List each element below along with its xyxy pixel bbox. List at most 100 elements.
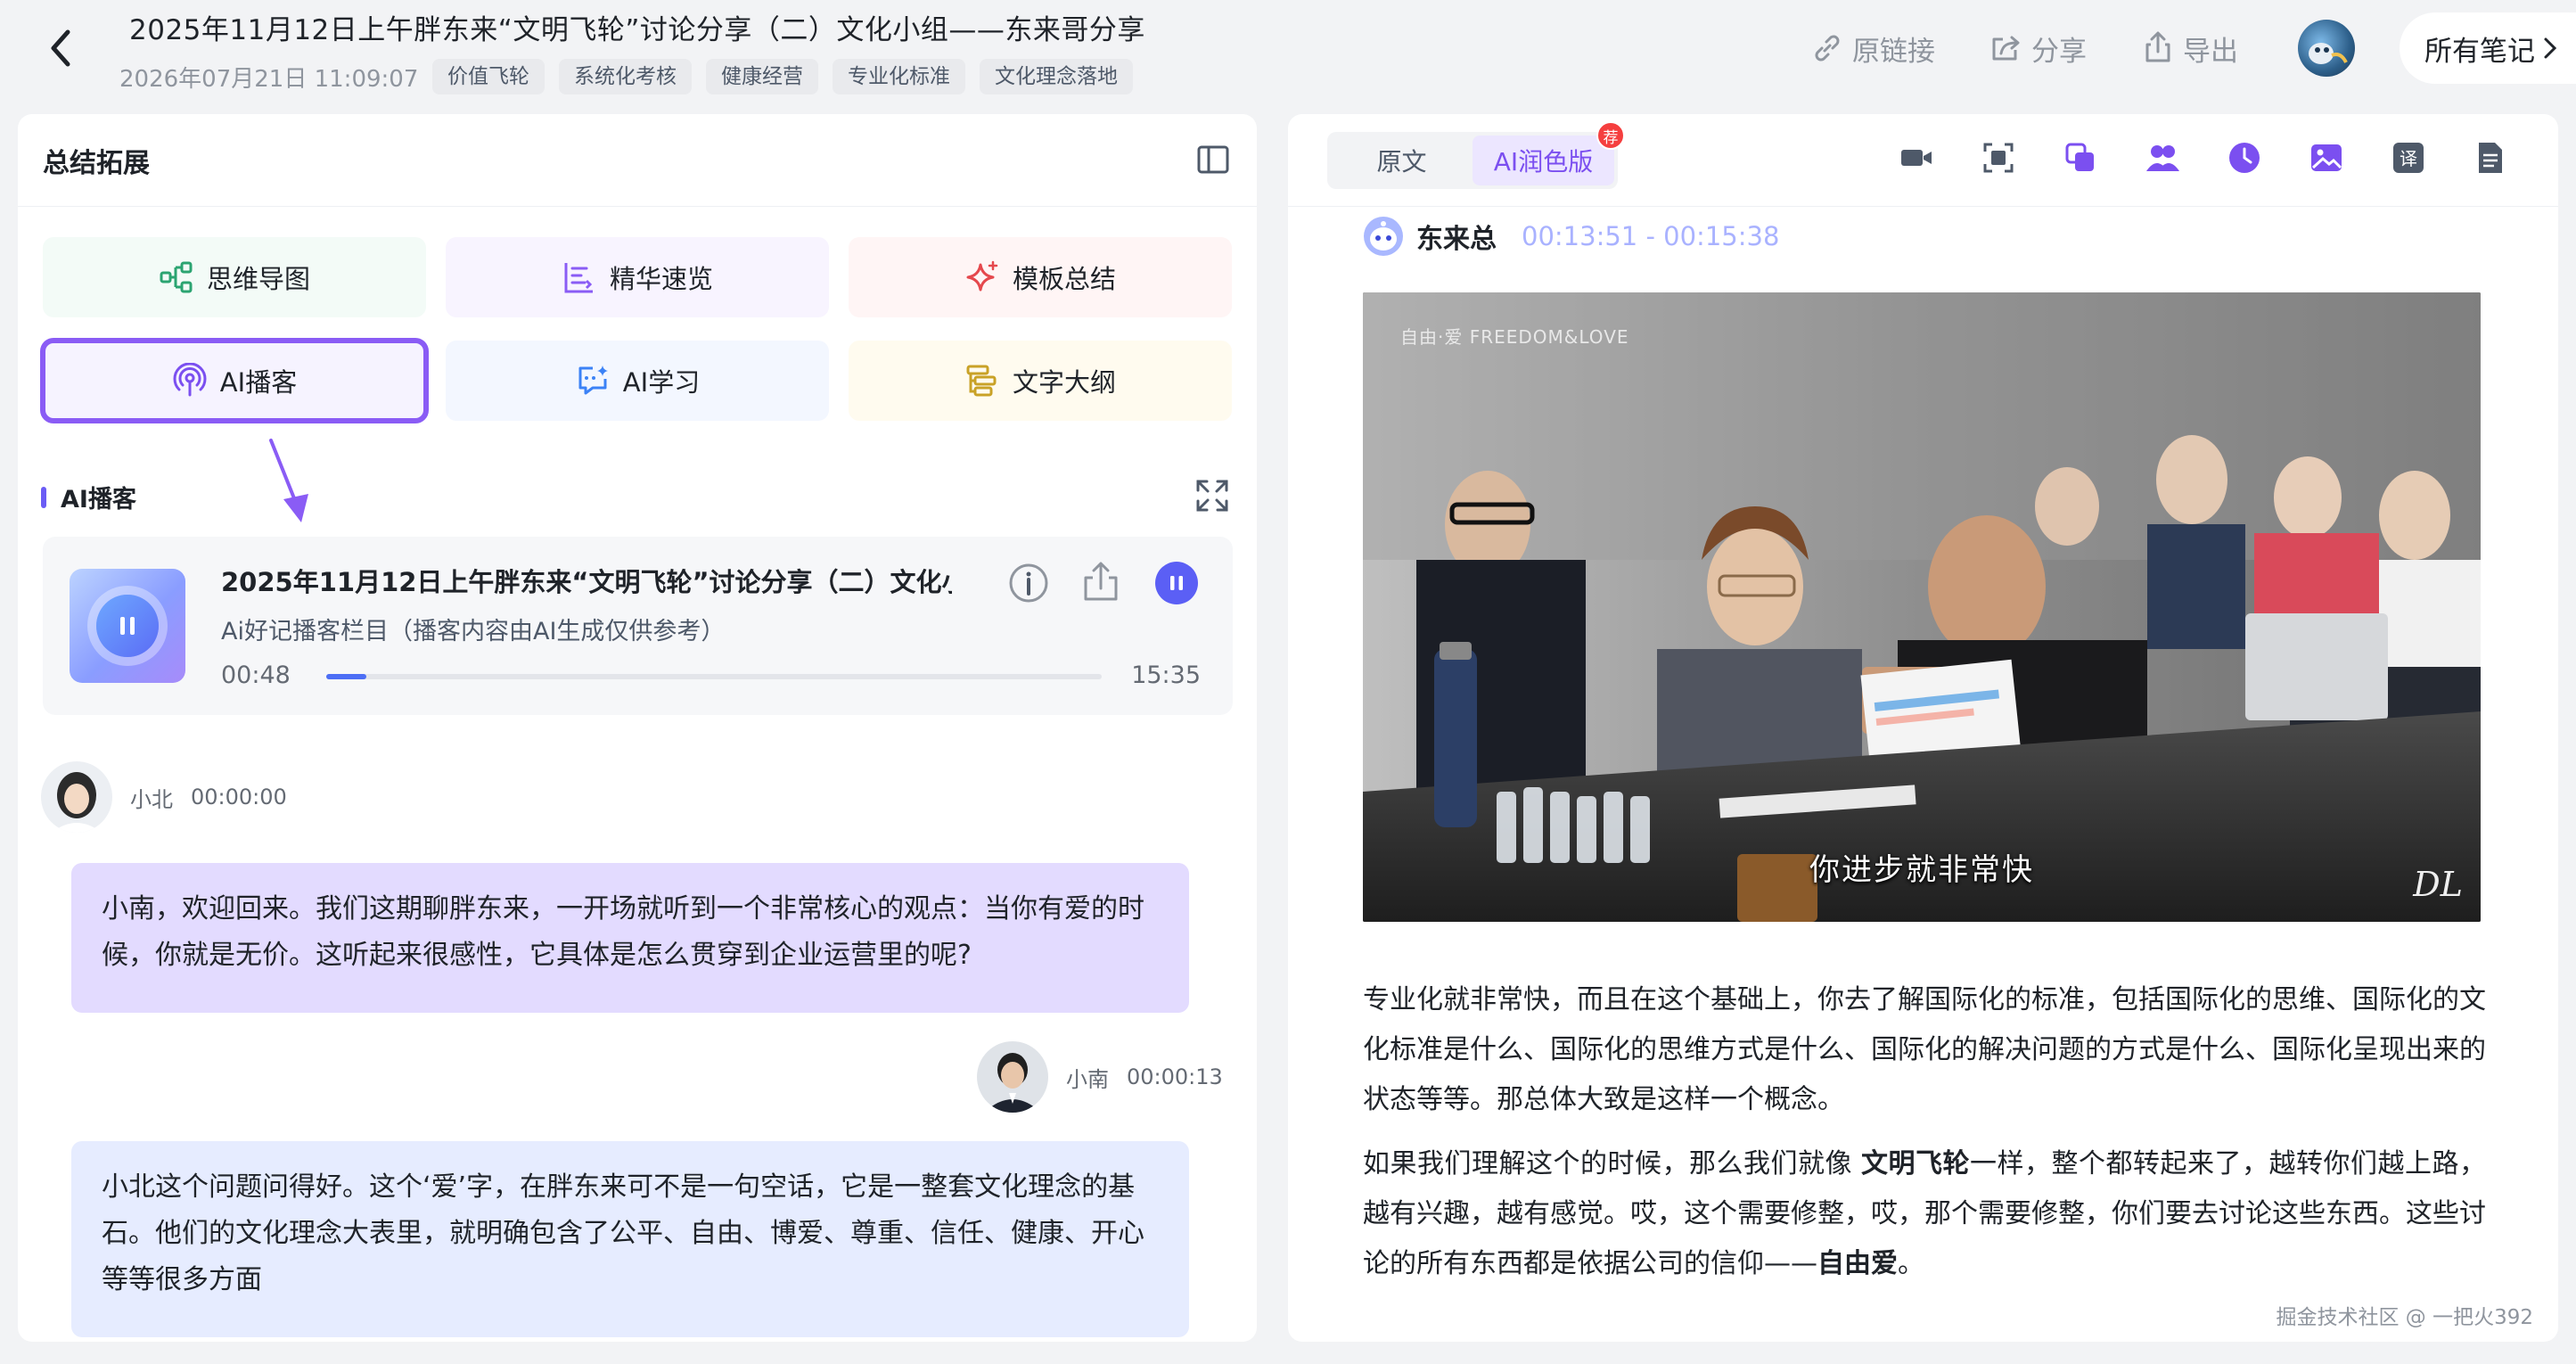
outline-icon	[966, 365, 997, 397]
keyword-highlight: 文明飞轮	[1861, 1148, 1971, 1179]
ai-podcast-card[interactable]: AI播客	[40, 338, 429, 423]
tag[interactable]: 系统化考核	[559, 59, 692, 94]
summary-panel-title: 总结拓展	[43, 148, 150, 179]
transcript-speaker: 东来总 00:13:51 - 00:15:38	[1363, 216, 1779, 257]
tag[interactable]: 文化理念落地	[980, 59, 1133, 94]
tab-ai-polished[interactable]: AI润色版	[1473, 136, 1614, 185]
section-title-text: AI播客	[61, 486, 136, 514]
original-link-label: 原链接	[1852, 35, 1935, 68]
section-title: AI播客	[41, 480, 136, 514]
podcast-player: 2025年11月12日上午胖东来“文明飞轮”讨论分享（二）文化小组... Ai好…	[43, 537, 1233, 715]
version-switch: 原文 AI润色版	[1327, 132, 1618, 189]
all-notes-button[interactable]: 所有笔记	[2400, 12, 2576, 84]
speaker-name: 东来总	[1416, 224, 1497, 255]
fullscreen-icon[interactable]	[1194, 478, 1230, 514]
podcast-cover[interactable]	[70, 569, 185, 683]
video-subtitle: 你进步就非常快	[1809, 852, 2034, 888]
video-logo: DL	[2413, 865, 2463, 904]
video-watermark: 自由·爱 FREEDOM&LOVE	[1400, 326, 1629, 348]
tool-icons: 译	[1899, 141, 2507, 175]
dialogue-bubble: 小北这个问题问得好。这个‘爱’字，在胖东来可不是一句空话，它是一整套文化理念的基…	[71, 1141, 1189, 1337]
info-icon[interactable]	[1007, 562, 1050, 604]
document-icon[interactable]	[2473, 141, 2507, 175]
podcast-title: 2025年11月12日上午胖东来“文明飞轮”讨论分享（二）文化小组...	[221, 567, 952, 597]
mindmap-icon	[160, 261, 193, 293]
svg-text:译: 译	[2400, 148, 2417, 169]
speaker-time: 00:00:13	[1127, 1064, 1223, 1089]
ai-learning-label: AI学习	[622, 367, 701, 398]
transcript-panel: 原文 AI润色版 荐 译 东来总 00:13:51 - 00:15:38 自由·…	[1288, 114, 2558, 1342]
speaker-row: 小北 00:00:00	[41, 761, 287, 833]
speaker-row: 小南 00:00:13	[977, 1041, 1223, 1113]
export-button[interactable]: 导出	[2140, 29, 2238, 69]
translate-icon[interactable]: 译	[2391, 141, 2425, 175]
back-button[interactable]	[43, 23, 78, 73]
tab-original[interactable]: 原文	[1331, 136, 1473, 185]
export-label: 导出	[2183, 35, 2238, 68]
export-icon	[2145, 31, 2170, 62]
tag[interactable]: 价值飞轮	[432, 59, 545, 94]
share-icon	[1992, 36, 2020, 61]
chevron-right-icon	[2544, 37, 2557, 59]
all-notes-label: 所有笔记	[2424, 35, 2535, 68]
pause-button[interactable]	[1155, 562, 1198, 604]
summary-panel-header: 总结拓展	[18, 114, 1257, 207]
template-summary-card[interactable]: 模板总结	[849, 237, 1232, 317]
user-avatar[interactable]	[2298, 20, 2355, 77]
pointer-arrow-icon	[269, 439, 308, 522]
bot-avatar-icon	[1364, 217, 1403, 256]
paragraph-text: 如果我们理解这个的时候，那么我们就像	[1363, 1148, 1862, 1179]
cover-pause-icon	[96, 595, 159, 657]
tag-list: 价值飞轮 系统化考核 健康经营 专业化标准 文化理念落地	[432, 59, 1133, 94]
podcast-subtitle: Ai好记播客栏目（播客内容由AI生成仅供参考）	[221, 618, 726, 645]
paragraph-text: 。	[1898, 1248, 1924, 1279]
template-summary-label: 模板总结	[1012, 264, 1116, 294]
original-link-button[interactable]: 原链接	[1809, 29, 1935, 69]
text-outline-card[interactable]: 文字大纲	[849, 341, 1232, 421]
transcript-paragraph: 如果我们理解这个的时候，那么我们就像 文明飞轮一样，整个都转起来了，越转你们越上…	[1363, 1139, 2486, 1289]
transcript-toolbar: 原文 AI润色版 荐 译	[1288, 114, 2558, 207]
avatar	[41, 761, 112, 833]
mindmap-label: 思维导图	[206, 264, 310, 294]
mindmap-card[interactable]: 思维导图	[43, 237, 426, 317]
highlights-label: 精华速览	[609, 264, 713, 294]
header-actions: 原链接 分享 导出	[1809, 21, 2292, 75]
watermark-credit: 掘金技术社区 @ 一把火392	[2276, 1306, 2533, 1329]
speaker-time-range[interactable]: 00:13:51 - 00:15:38	[1522, 221, 1779, 251]
top-bar: 2025年11月12日上午胖东来“文明飞轮”讨论分享（二）文化小组——东来哥分享…	[0, 0, 2576, 107]
speakers-icon[interactable]	[2145, 141, 2179, 175]
recommend-badge: 荐	[1596, 121, 1625, 150]
progress-bar[interactable]	[326, 674, 1102, 679]
podcast-icon	[173, 363, 207, 397]
speaker-name: 小南	[1066, 1066, 1109, 1092]
share-button[interactable]: 分享	[1989, 29, 2087, 69]
keyword-highlight: 自由爱	[1817, 1248, 1898, 1279]
total-time: 15:35	[1131, 661, 1201, 689]
video-scene	[1363, 292, 2481, 922]
image-icon[interactable]	[2309, 141, 2343, 175]
share-icon[interactable]	[1079, 560, 1123, 604]
list-icon	[564, 263, 593, 293]
speaker-time: 00:00:00	[191, 785, 287, 809]
dialogue-bubble: 小南，欢迎回来。我们这期聊胖东来，一开场就听到一个非常核心的观点：当你有爱的时候…	[71, 863, 1189, 1013]
clock-icon[interactable]	[2227, 141, 2261, 175]
highlights-card[interactable]: 精华速览	[446, 237, 829, 317]
ai-learning-card[interactable]: AI学习	[446, 341, 829, 421]
tag[interactable]: 专业化标准	[833, 59, 965, 94]
pause-icon	[1170, 576, 1183, 590]
sparkle-icon	[966, 260, 998, 292]
speaker-name: 小北	[130, 786, 173, 812]
video-frame[interactable]: 自由·爱 FREEDOM&LOVE 你进步就非常快 DL	[1363, 292, 2481, 922]
section-accent-bar	[41, 486, 46, 508]
screenshot-icon[interactable]	[1981, 141, 2015, 175]
video-icon[interactable]	[1899, 141, 1933, 175]
summary-panel: 总结拓展 思维导图 精华速览 模板总结 AI播客 AI学习 文字大纲 AI播客 …	[18, 114, 1257, 1342]
chevron-left-icon	[51, 29, 70, 67]
sidebar-toggle-icon[interactable]	[1196, 143, 1230, 177]
tag[interactable]: 健康经营	[706, 59, 818, 94]
chat-sparkle-icon	[578, 366, 608, 395]
link-icon	[1815, 35, 1840, 62]
copy-icon[interactable]	[2063, 141, 2097, 175]
progress-fill	[326, 674, 367, 679]
transcript-paragraph: 专业化就非常快，而且在这个基础上，你去了解国际化的标准，包括国际化的思维、国际化…	[1363, 984, 2486, 1115]
